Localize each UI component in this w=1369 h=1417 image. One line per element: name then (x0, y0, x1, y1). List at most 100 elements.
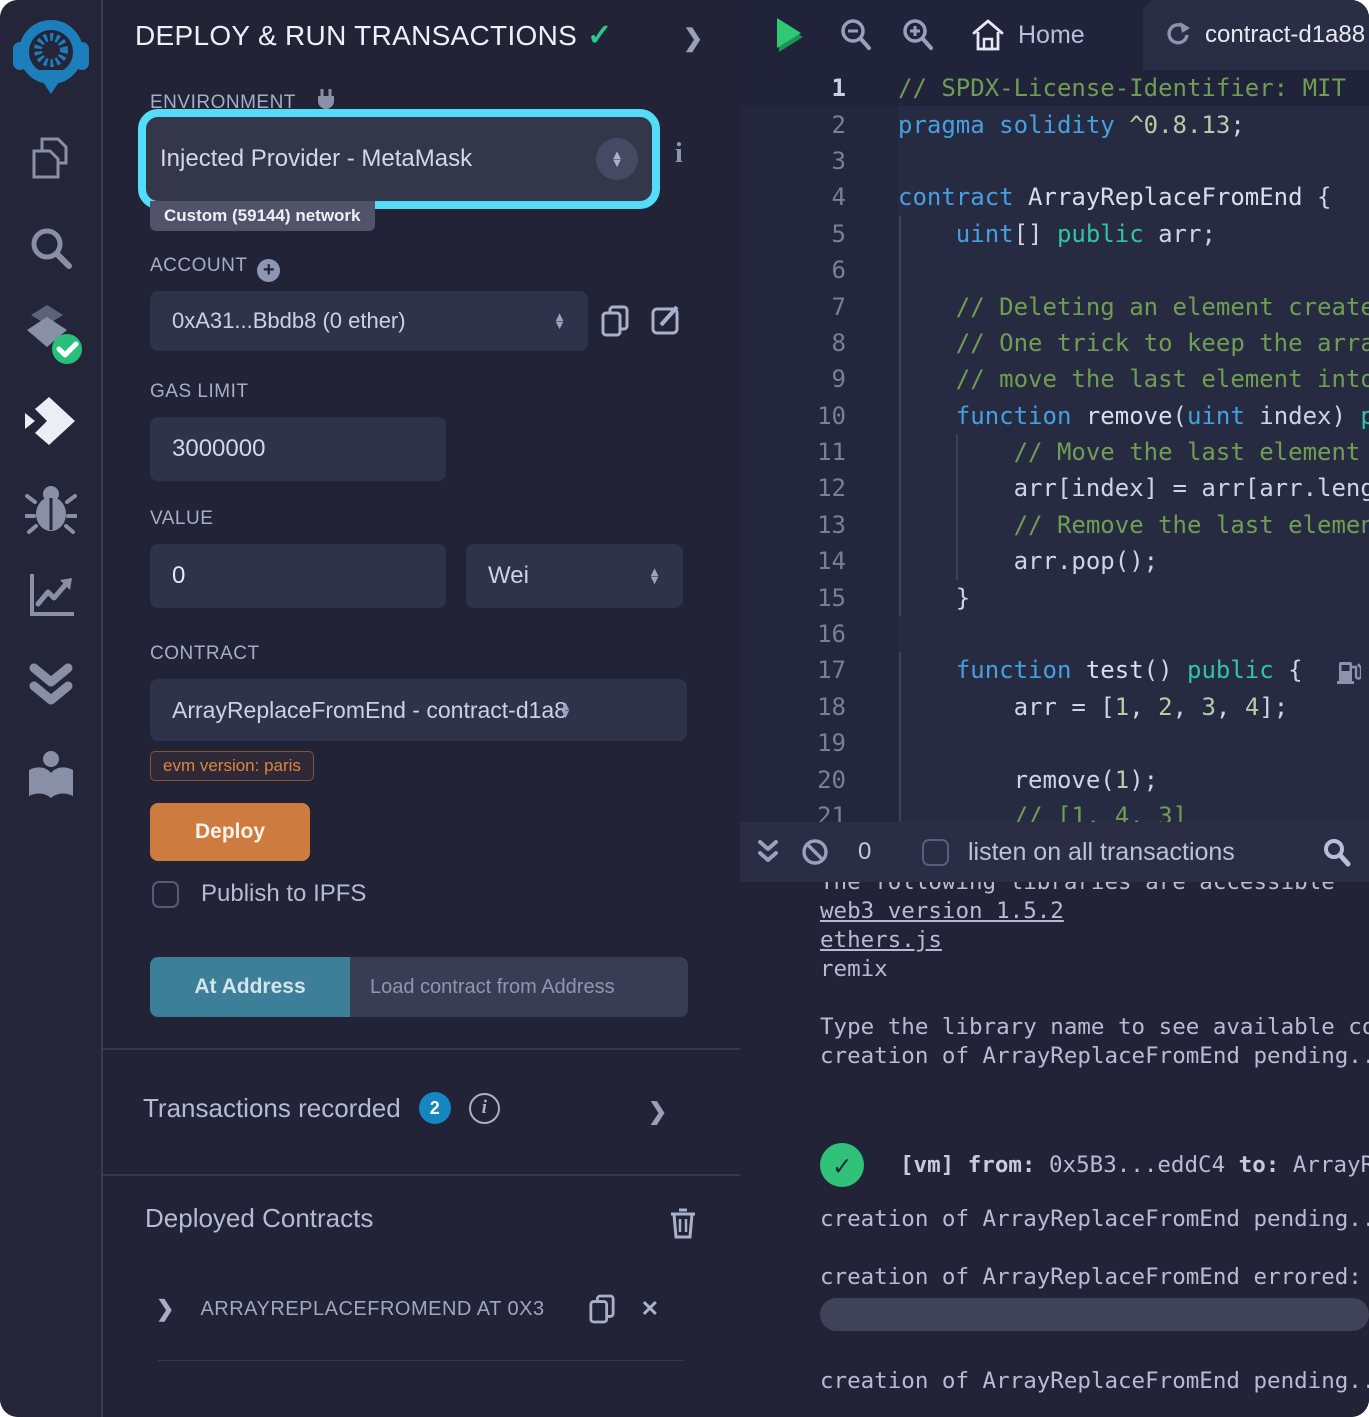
trash-icon[interactable] (669, 1207, 697, 1239)
line-number: 2 (740, 111, 898, 139)
code-line-5[interactable]: 5 uint[] public arr; (740, 216, 1369, 252)
code-text: arr.pop(); (898, 547, 1369, 575)
code-text: function test() public { (898, 656, 1369, 684)
at-address-input[interactable] (350, 957, 688, 1017)
line-number: 11 (740, 438, 898, 466)
code-line-20[interactable]: 20 remove(1); (740, 761, 1369, 797)
terminal-search-button[interactable] (1321, 822, 1351, 882)
gas-limit-input[interactable]: 3000000 (150, 417, 446, 481)
code-line-10[interactable]: 10 function remove(uint index) public { (740, 398, 1369, 434)
code-text: remove(1); (898, 766, 1369, 794)
sidebar-item-deploy-and-run[interactable] (0, 395, 101, 447)
transactions-expand-chevron-icon[interactable]: ❯ (648, 1098, 667, 1125)
line-number: 8 (740, 329, 898, 357)
line-number: 21 (740, 802, 898, 822)
line-number: 5 (740, 220, 898, 248)
sidebar-item-debugger[interactable] (0, 484, 101, 534)
code-line-6[interactable]: 6 (740, 252, 1369, 288)
editor-toolbar: Home contract-d1a88 (740, 0, 1369, 70)
sidebar-item-search[interactable] (0, 224, 101, 272)
zoom-out-icon (838, 17, 874, 53)
terminal-log[interactable]: The following libraries are accessible•w… (740, 882, 1369, 1417)
code-text: } (898, 584, 1369, 612)
terminal-line-9 (820, 1234, 1369, 1263)
value-unit-select[interactable]: Wei ▲▼ (466, 544, 683, 608)
contract-select[interactable]: ArrayReplaceFromEnd - contract-d1a8 ▲▼ (150, 679, 687, 741)
listen-checkbox[interactable] (922, 822, 949, 882)
line-number: 17 (740, 656, 898, 684)
divider (158, 1360, 685, 1361)
publish-ipfs-label: Publish to IPFS (201, 880, 366, 908)
network-badge: Custom (59144) network (150, 201, 375, 231)
publish-ipfs-row: Publish to IPFS (152, 880, 366, 908)
transactions-count-badge: 2 (419, 1092, 451, 1124)
sidebar-item-learn[interactable] (0, 750, 101, 802)
code-line-17[interactable]: 17 function test() public { (740, 652, 1369, 688)
code-line-13[interactable]: 13 // Remove the last element (740, 507, 1369, 543)
edit-account-icon[interactable] (651, 305, 681, 335)
add-account-icon[interactable]: + (257, 259, 280, 282)
copy-account-icon[interactable] (601, 305, 629, 337)
publish-ipfs-checkbox[interactable] (152, 881, 179, 908)
code-line-12[interactable]: 12 arr[index] = arr[arr.length - 1]; (740, 470, 1369, 506)
editor-pane: Home contract-d1a88 1// SPDX-License-Ide… (740, 0, 1369, 1417)
zoom-in-button[interactable] (900, 0, 936, 70)
deploy-run-panel: DEPLOY & RUN TRANSACTIONS✓ ❯ ENVIRONMENT… (103, 0, 740, 1417)
code-text: arr[index] = arr[arr.length - 1]; (898, 474, 1369, 502)
run-script-button[interactable] (775, 0, 805, 70)
sidebar-item-file-explorer[interactable] (0, 133, 101, 185)
sidebar-item-solidity-compiler[interactable] (0, 303, 101, 367)
terminal-clear-button[interactable] (800, 822, 830, 882)
code-line-14[interactable]: 14 arr.pop(); (740, 543, 1369, 579)
code-line-18[interactable]: 18 arr = [1, 2, 3, 4]; (740, 689, 1369, 725)
code-line-8[interactable]: 8 // One trick to keep the array compact… (740, 325, 1369, 361)
home-icon (970, 18, 1006, 52)
terminal-link-web3[interactable]: •web3 version 1.5.2 (820, 897, 1369, 926)
terminal-vm-result[interactable]: ✓[vm] from: 0x5B3...eddC4 to: ArrayRepla… (820, 1141, 1369, 1189)
code-line-11[interactable]: 11 // Move the last element into the pla… (740, 434, 1369, 470)
icon-rail (0, 0, 103, 1417)
code-line-2[interactable]: 2pragma solidity ^0.8.13; (740, 106, 1369, 142)
code-line-16[interactable]: 16 (740, 616, 1369, 652)
environment-info-icon[interactable]: i (675, 138, 683, 170)
code-line-21[interactable]: 21 // [1, 4, 3] (740, 798, 1369, 822)
code-line-15[interactable]: 15 } (740, 579, 1369, 615)
line-number: 7 (740, 293, 898, 321)
gas-limit-label: GAS LIMIT (150, 381, 248, 403)
code-line-9[interactable]: 9 // move the last element into the plac… (740, 361, 1369, 397)
sidebar-item-unit-testing[interactable] (0, 660, 101, 708)
contract-expand-chevron-icon[interactable]: ❯ (156, 1296, 174, 1322)
tab-home[interactable]: Home (970, 0, 1085, 70)
sidebar-item-statistics[interactable] (0, 570, 101, 618)
line-number: 4 (740, 183, 898, 211)
code-line-3[interactable]: 3 (740, 143, 1369, 179)
code-line-1[interactable]: 1// SPDX-License-Identifier: MIT (740, 70, 1369, 106)
code-line-19[interactable]: 19 (740, 725, 1369, 761)
transaction-success-icon: ✓ (820, 1143, 864, 1187)
deploy-button[interactable]: Deploy (150, 803, 310, 861)
value-input[interactable]: 0 (150, 544, 446, 608)
code-line-4[interactable]: 4contract ArrayReplaceFromEnd { (740, 179, 1369, 215)
tab-contract-file[interactable]: contract-d1a88 (1143, 0, 1369, 70)
at-address-button[interactable]: At Address (150, 957, 350, 1017)
terminal-progress-bar (820, 1298, 1369, 1331)
panel-collapse-chevron-icon[interactable]: ❯ (683, 24, 703, 53)
terminal-link-ethers[interactable]: •ethers.js (820, 926, 1369, 955)
select-updown-icon: ▲▼ (559, 702, 572, 718)
account-select[interactable]: 0xA31...Bbdb8 (0 ether) ▲▼ (150, 291, 588, 351)
code-text: // Deleting an element creates a gap in … (898, 293, 1369, 321)
code-line-7[interactable]: 7 // Deleting an element creates a gap i… (740, 288, 1369, 324)
deployed-contract-row[interactable]: ❯ ARRAYREPLACEFROMEND AT 0X3 ✕ (156, 1294, 659, 1324)
zoom-out-button[interactable] (838, 0, 874, 70)
environment-select[interactable]: Injected Provider - MetaMask ▲▼ (160, 117, 638, 201)
remove-contract-icon[interactable]: ✕ (641, 1296, 659, 1322)
terminal-collapse-button[interactable] (756, 822, 780, 882)
account-actions (601, 305, 681, 337)
code-text: arr = [1, 2, 3, 4]; (898, 693, 1369, 721)
files-icon (26, 133, 76, 185)
copy-address-icon[interactable] (589, 1294, 615, 1324)
line-number: 20 (740, 766, 898, 794)
code-editor[interactable]: 1// SPDX-License-Identifier: MIT2pragma … (740, 70, 1369, 822)
line-number: 18 (740, 693, 898, 721)
transactions-info-icon[interactable]: i (469, 1093, 500, 1124)
